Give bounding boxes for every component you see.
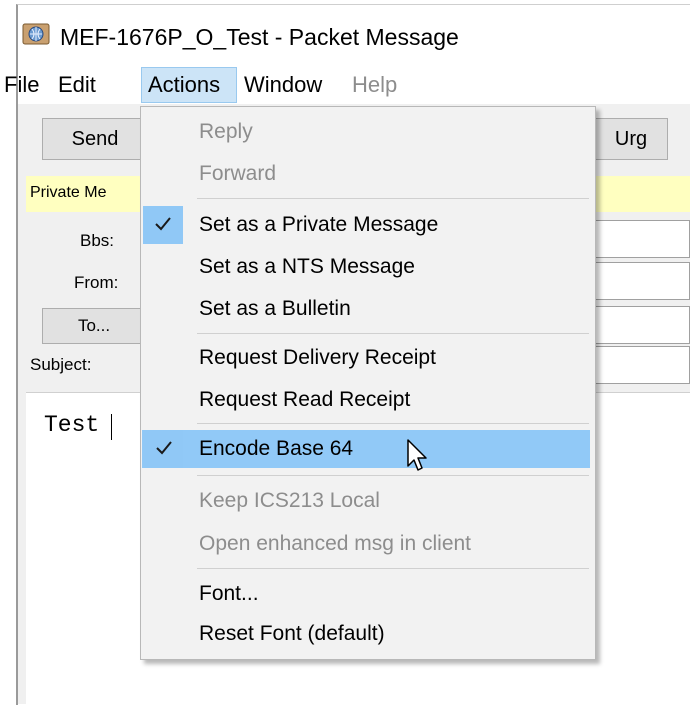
checkmark-icon [156,441,172,455]
menu-item-bulletin[interactable]: Set as a Bulletin [141,290,593,328]
subject-field[interactable] [590,346,690,384]
menu-separator [197,423,589,424]
app-globe-icon [22,23,50,45]
window-title: MEF-1676P_O_Test - Packet Message [60,24,459,50]
menu-item-nts-message[interactable]: Set as a NTS Message [141,248,593,286]
menu-file[interactable]: File [0,68,45,102]
menu-item-keep-ics213-local[interactable]: Keep ICS213 Local [141,482,593,520]
menu-item-read-receipt[interactable]: Request Read Receipt [141,381,593,419]
menu-item-label: Reset Font (default) [199,622,385,645]
menu-edit[interactable]: Edit [52,68,102,102]
menu-item-label: Forward [199,162,277,185]
checkmark-icon [155,217,171,231]
menu-item-delivery-receipt[interactable]: Request Delivery Receipt [141,339,593,377]
menu-item-label: Request Delivery Receipt [199,346,436,369]
menu-item-label: Open enhanced msg in client [199,532,472,555]
menu-help[interactable]: Help [346,68,403,102]
menu-item-forward[interactable]: Forward [141,155,593,193]
bbs-label: Bbs: [80,231,115,250]
menu-separator [197,568,589,569]
menu-item-encode-base64[interactable]: Encode Base 64 [142,430,590,468]
to-button[interactable]: To... [42,308,146,344]
menu-separator [197,475,589,476]
subject-label: Subject: [30,355,92,374]
menu-item-label: Reply [199,120,253,143]
text-caret [111,414,112,440]
from-label: From: [74,273,119,292]
bbs-field[interactable] [590,220,690,258]
menu-actions[interactable]: Actions [141,67,237,103]
urg-button[interactable]: Urg [594,118,668,160]
menu-item-label: Font... [199,582,259,605]
menu-window[interactable]: Window [238,68,328,102]
to-field[interactable] [590,306,690,344]
menu-item-label: Request Read Receipt [199,388,411,411]
status-bar-text: Private Me [30,184,107,201]
menu-item-label: Keep ICS213 Local [199,489,380,512]
menu-item-label: Encode Base 64 [199,437,354,460]
mouse-pointer-icon [407,439,427,471]
menu-separator [197,198,589,199]
send-button[interactable]: Send [42,118,148,160]
menu-item-reset-font[interactable]: Reset Font (default) [141,615,593,653]
menu-item-label: Set as a Bulletin [199,297,351,320]
menu-item-private-message[interactable]: Set as a Private Message [141,206,593,244]
from-field[interactable] [590,262,690,300]
menu-item-open-enhanced[interactable]: Open enhanced msg in client [141,525,593,563]
actions-dropdown-menu: Reply Forward Set as a Private Message S… [140,106,596,660]
message-body-text: Test [44,412,100,438]
menu-item-label: Set as a Private Message [199,213,439,236]
menu-separator [197,333,589,334]
menu-item-reply[interactable]: Reply [141,113,593,151]
menu-item-label: Set as a NTS Message [199,255,415,278]
menu-item-font[interactable]: Font... [141,575,593,613]
